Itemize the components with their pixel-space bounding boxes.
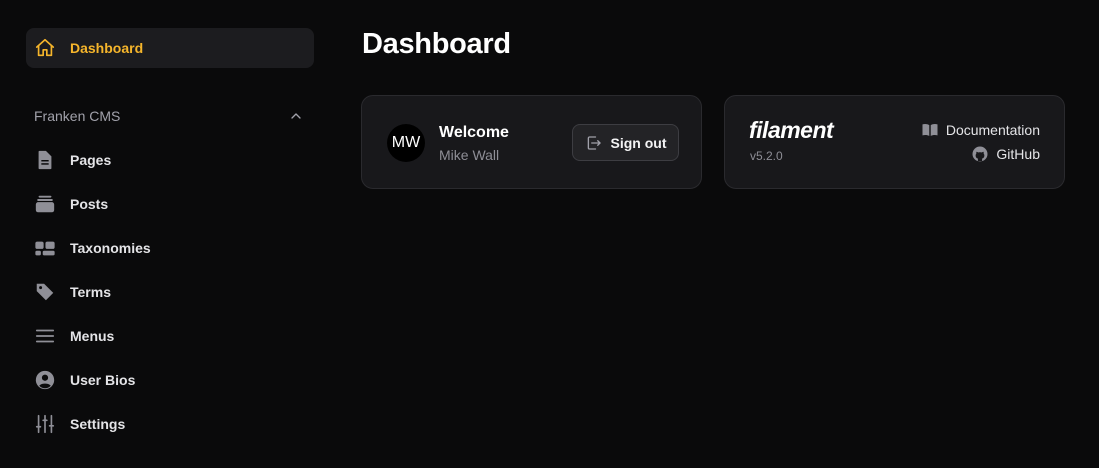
github-label: GitHub — [996, 146, 1040, 162]
sidebar-item-posts[interactable]: Posts — [26, 184, 314, 224]
sidebar-item-dashboard[interactable]: Dashboard — [26, 28, 314, 68]
sidebar-item-label: Pages — [70, 152, 112, 168]
home-icon — [34, 37, 56, 59]
github-link[interactable]: GitHub — [971, 145, 1040, 163]
sidebar-item-label: User Bios — [70, 372, 136, 388]
nav-group-label: Franken CMS — [34, 108, 121, 124]
sidebar-item-menus[interactable]: Menus — [26, 316, 314, 356]
book-icon — [921, 121, 939, 139]
tag-icon — [34, 281, 56, 303]
nav-group-header[interactable]: Franken CMS — [34, 104, 304, 128]
sidebar: Dashboard Franken CMS Pages Posts Taxono… — [0, 0, 340, 468]
documentation-link[interactable]: Documentation — [921, 121, 1040, 139]
sidebar-item-label: Dashboard — [70, 40, 144, 56]
welcome-title: Welcome — [439, 124, 509, 141]
sidebar-item-label: Taxonomies — [70, 240, 151, 256]
chevron-up-icon[interactable] — [288, 108, 304, 124]
sidebar-item-label: Menus — [70, 328, 115, 344]
bars-icon — [34, 325, 56, 347]
sidebar-item-terms[interactable]: Terms — [26, 272, 314, 312]
nav-list: Pages Posts Taxonomies Terms Menus User … — [26, 140, 314, 448]
sidebar-item-user-bios[interactable]: User Bios — [26, 360, 314, 400]
sidebar-item-label: Terms — [70, 284, 111, 300]
welcome-card: MW Welcome Mike Wall Sign out — [361, 95, 702, 189]
sliders-icon — [34, 413, 56, 435]
documentation-label: Documentation — [945, 122, 1040, 138]
sidebar-item-settings[interactable]: Settings — [26, 404, 314, 444]
sign-out-label: Sign out — [610, 134, 667, 151]
github-icon — [971, 145, 989, 163]
user-name: Mike Wall — [439, 147, 500, 163]
squares-icon — [34, 237, 56, 259]
document-icon — [34, 149, 56, 171]
filament-logo: filament — [749, 117, 834, 143]
sign-out-icon — [585, 134, 603, 152]
avatar: MW — [387, 124, 425, 162]
stack-icon — [34, 193, 56, 215]
sign-out-button[interactable]: Sign out — [572, 124, 679, 161]
app: Dashboard Franken CMS Pages Posts Taxono… — [0, 0, 1099, 468]
filament-card: filament v5.2.0 Documentation GitHub — [724, 95, 1065, 189]
sidebar-item-pages[interactable]: Pages — [26, 140, 314, 180]
version-label: v5.2.0 — [750, 149, 783, 163]
user-circle-icon — [34, 369, 56, 391]
sidebar-item-label: Posts — [70, 196, 109, 212]
sidebar-item-label: Settings — [70, 416, 126, 432]
page-title: Dashboard — [362, 28, 511, 60]
sidebar-item-taxonomies[interactable]: Taxonomies — [26, 228, 314, 268]
